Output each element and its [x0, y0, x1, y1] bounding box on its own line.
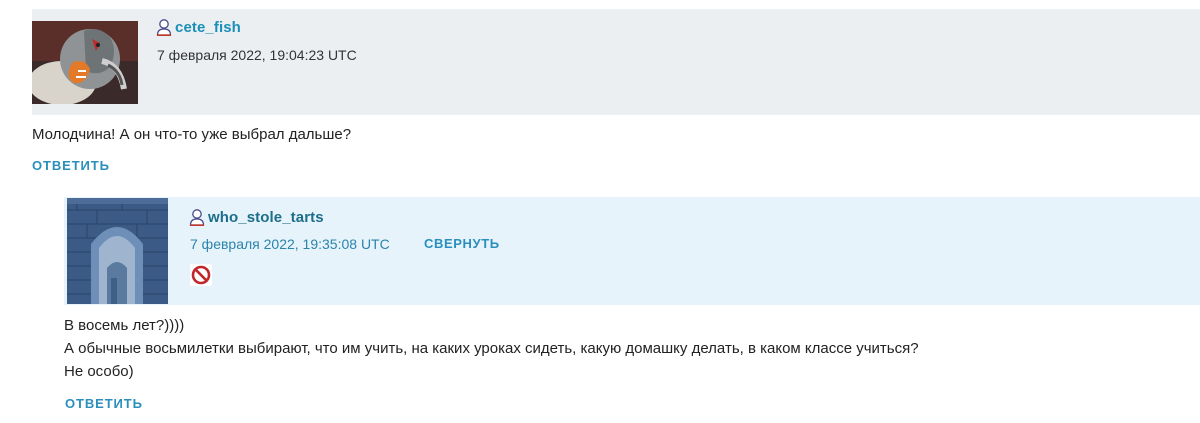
comment-text-line: В восемь лет?))))	[64, 317, 185, 334]
ban-icon	[190, 264, 212, 286]
collapse-button[interactable]: СВЕРНУТЬ	[424, 236, 500, 251]
avatar[interactable]	[32, 21, 138, 104]
user-icon	[156, 18, 172, 36]
comment-text: Молодчина! А он что-то уже выбрал дальше…	[32, 123, 351, 146]
user-icon	[189, 208, 205, 226]
avatar[interactable]	[67, 198, 168, 304]
stone-arch-avatar-image	[67, 198, 168, 304]
comment-cete-fish: cete_fish 7 февраля 2022, 19:04:23 UTC М…	[32, 9, 1200, 173]
comment-header: who_stole_tarts 7 февраля 2022, 19:35:08…	[64, 197, 1200, 305]
comment-header: cete_fish 7 февраля 2022, 19:04:23 UTC	[32, 9, 1200, 115]
reply-button[interactable]: ОТВЕТИТЬ	[65, 396, 143, 411]
user-line: cete_fish	[156, 17, 241, 37]
username[interactable]: who_stole_tarts	[208, 209, 324, 226]
comment-text: В восемь лет?)))) А обычные восьмилетки …	[64, 314, 919, 383]
reply-button[interactable]: ОТВЕТИТЬ	[32, 158, 110, 173]
cat-avatar-image	[32, 21, 138, 104]
comment-date[interactable]: 7 февраля 2022, 19:04:23 UTC	[157, 47, 357, 63]
comment-text-line: А обычные восьмилетки выбирают, что им у…	[64, 340, 919, 357]
user-line: who_stole_tarts	[189, 207, 324, 227]
comment-date[interactable]: 7 февраля 2022, 19:35:08 UTC	[190, 236, 390, 252]
comment-who-stole-tarts: who_stole_tarts 7 февраля 2022, 19:35:08…	[64, 197, 1200, 411]
comment-text-line: Молодчина! А он что-то уже выбрал дальше…	[32, 126, 352, 143]
comment-text-line: Не особо)	[64, 363, 134, 380]
username[interactable]: cete_fish	[175, 19, 241, 36]
